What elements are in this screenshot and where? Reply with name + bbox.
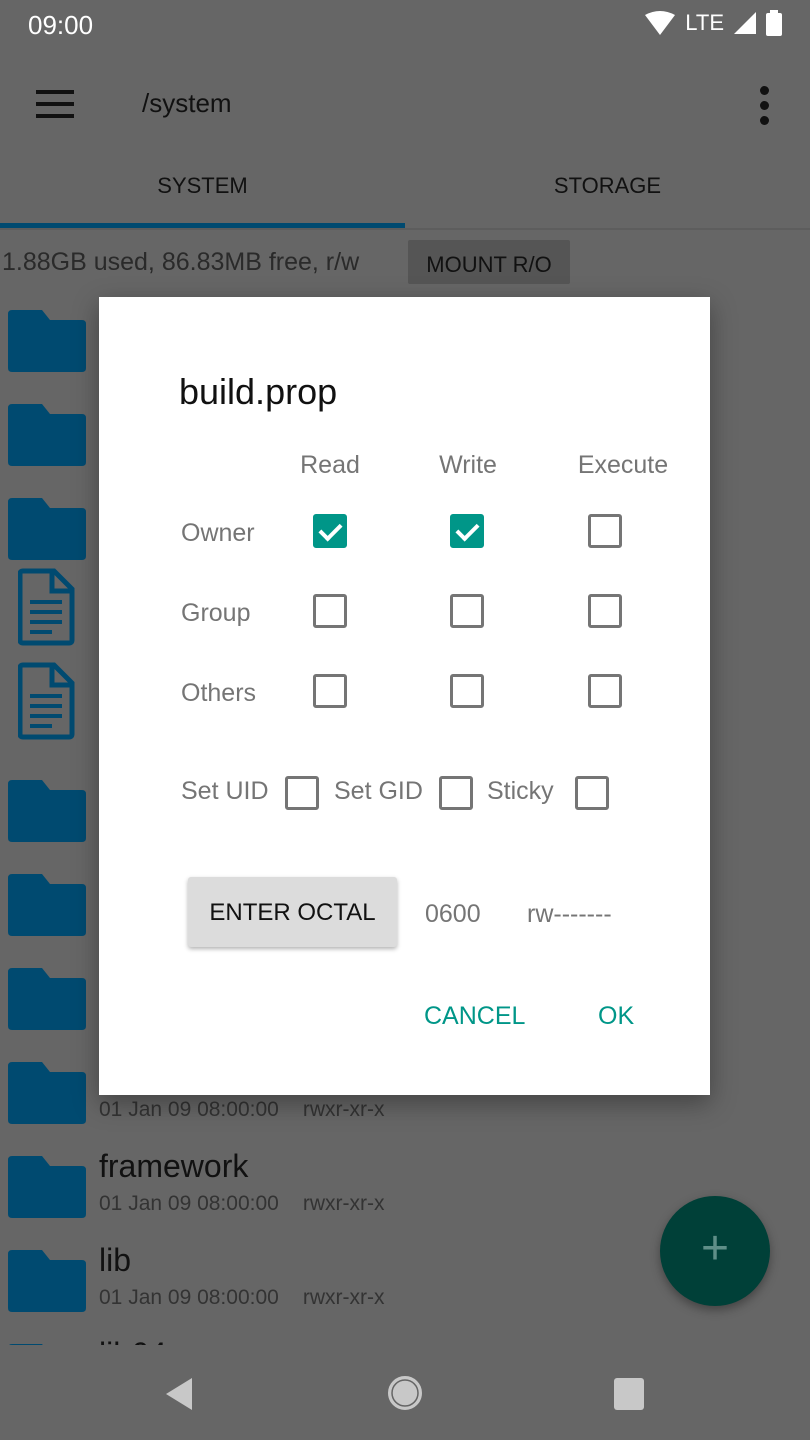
symbolic-permissions: rw------- xyxy=(527,900,612,928)
row-label-group: Group xyxy=(181,599,251,627)
file-name: lib64 xyxy=(99,1336,167,1345)
permissions-dialog: build.prop Read Write Execute Owner Group… xyxy=(99,297,710,1095)
hamburger-menu-icon[interactable] xyxy=(36,90,74,118)
enter-octal-button[interactable]: ENTER OCTAL xyxy=(188,877,397,947)
setgid-checkbox[interactable] xyxy=(439,776,473,810)
setgid-label: Set GID xyxy=(334,777,423,805)
home-icon[interactable] xyxy=(386,1374,424,1412)
group-execute-checkbox[interactable] xyxy=(588,594,622,628)
add-fab[interactable]: + xyxy=(660,1196,770,1306)
clock: 09:00 xyxy=(28,10,94,40)
file-date: 01 Jan 09 08:00:00 xyxy=(99,1192,279,1215)
document-icon xyxy=(18,568,75,646)
tab-storage[interactable]: STORAGE xyxy=(405,158,810,226)
file-permissions: rwxr-xr-x xyxy=(302,1286,385,1309)
file-permissions: rwxr-xr-x xyxy=(302,1192,385,1215)
folder-icon xyxy=(8,968,86,1030)
file-name: framework xyxy=(99,1148,249,1184)
file-permissions: rwxr-xr-x xyxy=(302,1098,385,1121)
file-date: 01 Jan 09 08:00:00 xyxy=(99,1286,279,1309)
column-read: Read xyxy=(300,451,360,479)
folder-icon xyxy=(8,404,86,466)
group-read-checkbox[interactable] xyxy=(313,594,347,628)
owner-execute-checkbox[interactable] xyxy=(588,514,622,548)
tab-divider xyxy=(0,228,810,230)
folder-icon xyxy=(8,1062,86,1124)
setuid-checkbox[interactable] xyxy=(285,776,319,810)
sticky-checkbox[interactable] xyxy=(575,776,609,810)
column-write: Write xyxy=(439,451,497,479)
path-title: /system xyxy=(142,88,232,118)
owner-read-checkbox[interactable] xyxy=(313,514,347,548)
battery-icon xyxy=(766,10,782,36)
ok-button[interactable]: OK xyxy=(598,1002,634,1031)
owner-write-checkbox[interactable] xyxy=(450,514,484,548)
file-date: 01 Jan 09 08:00:00 xyxy=(99,1098,279,1121)
list-item[interactable]: lib64 xyxy=(0,1334,810,1345)
group-write-checkbox[interactable] xyxy=(450,594,484,628)
others-read-checkbox[interactable] xyxy=(313,674,347,708)
folder-icon xyxy=(8,874,86,936)
mount-button[interactable]: MOUNT R/O xyxy=(408,240,570,284)
file-name: lib xyxy=(99,1242,132,1278)
tab-system[interactable]: SYSTEM xyxy=(0,158,405,226)
network-type: LTE xyxy=(685,10,724,35)
storage-usage: 1.88GB used, 86.83MB free, r/w xyxy=(2,248,360,276)
status-bar: 09:00 LTE xyxy=(0,0,810,50)
setuid-label: Set UID xyxy=(181,777,269,805)
cancel-button[interactable]: CANCEL xyxy=(424,1002,525,1031)
document-icon xyxy=(18,662,75,740)
folder-icon xyxy=(8,780,86,842)
sticky-label: Sticky xyxy=(487,777,554,805)
wifi-icon xyxy=(645,11,676,35)
navigation-bar xyxy=(0,1345,810,1440)
folder-icon xyxy=(8,498,86,560)
column-execute: Execute xyxy=(577,451,669,479)
row-label-owner: Owner xyxy=(181,519,255,547)
recents-icon[interactable] xyxy=(614,1378,644,1410)
dialog-title: build.prop xyxy=(179,371,338,412)
toolbar: /system xyxy=(0,50,810,158)
folder-icon xyxy=(8,310,86,372)
folder-icon xyxy=(8,1156,86,1218)
others-write-checkbox[interactable] xyxy=(450,674,484,708)
signal-icon xyxy=(734,12,756,34)
folder-icon xyxy=(8,1250,86,1312)
back-icon[interactable] xyxy=(164,1377,194,1411)
octal-value: 0600 xyxy=(425,900,481,928)
others-execute-checkbox[interactable] xyxy=(588,674,622,708)
row-label-others: Others xyxy=(181,679,257,707)
more-options-icon[interactable] xyxy=(760,86,769,125)
